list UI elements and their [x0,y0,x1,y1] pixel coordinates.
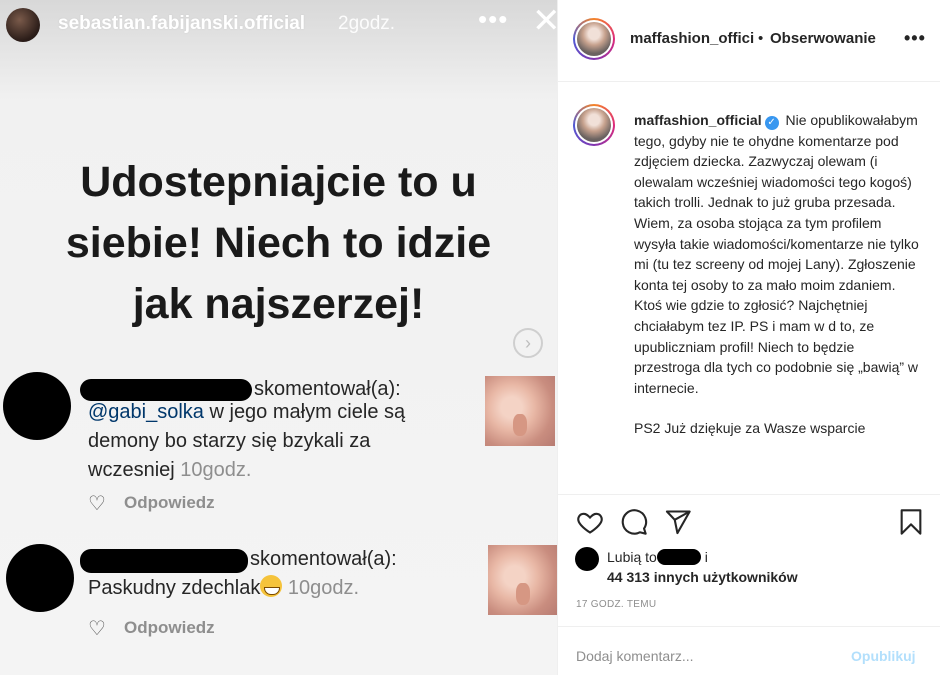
comment-divider [558,626,940,627]
comment-body: @gabi_solka w jego małym ciele są demony… [88,398,478,485]
story-screenshot: sebastian.fabijanski.official 2godz. •••… [0,0,557,675]
post-author-username[interactable]: maffashion_offici [630,30,754,47]
liker-avatar-redacted [575,547,599,571]
header-divider [558,81,940,82]
caption-text-continued: PS2 Już dziękuje za Wasze wsparcie [634,420,866,437]
comment-avatar-redacted [6,544,74,612]
publish-button[interactable]: Opublikuj [851,648,916,664]
likes-and: i [700,549,708,565]
comment-time: 10godz. [180,459,252,481]
actions-divider [558,494,940,495]
reply-button[interactable]: Odpowiedz [124,618,215,638]
story-time: 2godz. [338,13,396,34]
like-heart-icon[interactable] [576,508,604,536]
heart-icon[interactable]: ♡ [88,491,106,516]
header-separator: • [758,30,764,47]
post-panel: maffashion_offici • Obserwowanie ••• maf… [557,0,940,675]
comment-mention[interactable]: @gabi_solka [88,401,204,423]
following-button[interactable]: Obserwowanie [770,30,876,47]
comment-bubble-icon[interactable] [620,508,648,536]
comment-action: skomentował(a): [250,548,397,570]
comment-text-line: w jego małym ciele są [203,401,406,423]
headline-line: siebie! Niech to idzie [65,219,492,267]
likes-line: Lubią to i [607,549,708,565]
comment-input[interactable]: Dodaj komentarz... [576,648,694,664]
comment-time: 10godz. [287,577,360,599]
likes-count[interactable]: 44 313 innych użytkowników [607,569,798,585]
comment-text-line: wczesniej [88,459,181,481]
username-redaction [80,549,248,573]
caption-text: Nie opublikowałabym tego, gdyby nie te o… [634,112,919,396]
headline-line: jak najszerzej! [132,280,425,328]
story-avatar[interactable] [6,8,40,42]
close-icon[interactable]: ✕ [532,4,557,38]
post-author-avatar[interactable] [573,18,615,60]
save-bookmark-icon[interactable] [897,508,925,536]
story-username[interactable]: sebastian.fabijanski.official [58,13,305,35]
baby-photo-thumbnail [485,376,555,446]
likes-prefix: Lubią to [607,549,657,565]
headline-line: Udostepniajcie to u [80,158,477,206]
more-options-icon[interactable]: ••• [904,28,926,49]
baby-photo-thumbnail [488,545,557,615]
next-arrow-icon[interactable]: › [513,328,543,358]
heart-icon[interactable]: ♡ [88,616,106,641]
reply-button[interactable]: Odpowiedz [124,493,215,513]
comment-text-line: demony bo starzy się bzykali za [88,430,371,452]
story-headline: Udostepniajcie to u siebie! Niech to idz… [0,152,557,335]
comment-avatar-redacted [3,372,71,440]
share-send-icon[interactable] [664,508,692,536]
caption-author-avatar[interactable] [573,104,615,146]
caption-author[interactable]: maffashion_official [634,112,762,128]
more-icon[interactable]: ••• [478,4,508,35]
liker-name-redaction [656,549,701,565]
grinning-emoji-icon [260,575,283,597]
comment-body: Paskudny zdechlak 10godz. [88,574,359,603]
comment-text: Paskudny zdechlak [88,577,261,599]
post-caption: maffashion_official ✓ Nie opublikowałabym… [634,110,920,488]
verified-badge-icon: ✓ [764,116,779,130]
post-timestamp: 17 GODZ. TEMU [576,599,657,610]
